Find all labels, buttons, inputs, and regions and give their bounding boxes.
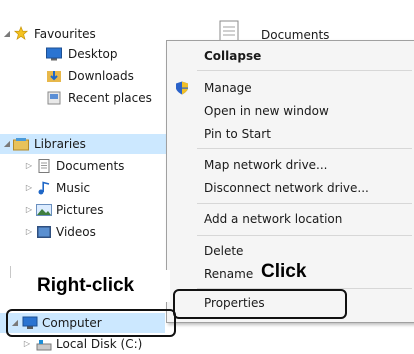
star-icon [13, 26, 29, 40]
nav-label-local-disk: Local Disk (C:) [56, 337, 143, 351]
menu-item-pin-to-start[interactable]: Pin to Start [167, 122, 414, 146]
menu-label-open-new-window: Open in new window [204, 104, 329, 118]
menu-item-manage[interactable]: Manage [167, 76, 414, 100]
shield-icon [176, 81, 188, 95]
tree-guide-line [10, 266, 11, 278]
collapsed-arrow-icon[interactable]: ▷ [24, 200, 34, 220]
nav-item-favourites[interactable]: ◢ Favourites [0, 24, 175, 44]
nav-item-recent-places[interactable]: Recent places [0, 88, 175, 108]
menu-label-manage: Manage [204, 81, 252, 95]
menu-separator [197, 203, 412, 204]
expanded-arrow-icon[interactable]: ◢ [2, 24, 12, 44]
highlight-box-computer [6, 309, 176, 337]
nav-item-desktop[interactable]: Desktop [0, 44, 175, 64]
collapsed-arrow-icon[interactable]: ▷ [24, 156, 34, 176]
recent-places-icon [47, 91, 61, 105]
desktop-icon [46, 47, 62, 61]
menu-label-collapse: Collapse [204, 49, 262, 63]
nav-item-videos[interactable]: ▷ Videos [0, 222, 175, 242]
menu-label-pin-to-start: Pin to Start [204, 127, 271, 141]
nav-label-favourites: Favourites [34, 27, 96, 41]
nav-label-documents: Documents [56, 159, 125, 173]
callout-click: Click [261, 261, 307, 282]
nav-item-documents[interactable]: ▷ Documents [0, 156, 175, 176]
library-icon [13, 138, 29, 151]
menu-item-open-new-window[interactable]: Open in new window [167, 99, 414, 123]
menu-item-map-network-drive[interactable]: Map network drive... [167, 153, 414, 177]
downloads-icon [47, 71, 61, 82]
nav-label-libraries: Libraries [34, 137, 86, 151]
menu-separator [197, 235, 412, 236]
nav-label-music: Music [56, 181, 91, 195]
menu-separator [197, 70, 412, 71]
menu-label-delete: Delete [204, 244, 244, 258]
nav-label-pictures: Pictures [56, 203, 104, 217]
menu-label-rename: Rename [204, 267, 254, 281]
disk-icon [36, 340, 52, 351]
nav-item-music[interactable]: ▷ Music [0, 178, 175, 198]
pictures-icon [36, 204, 52, 216]
nav-item-downloads[interactable]: Downloads [0, 66, 175, 86]
collapsed-arrow-icon[interactable]: ▷ [24, 222, 34, 242]
highlight-box-properties [173, 289, 347, 319]
menu-item-collapse[interactable]: Collapse [167, 44, 414, 68]
music-icon [38, 181, 50, 195]
nav-label-videos: Videos [56, 225, 96, 239]
menu-item-add-network-location[interactable]: Add a network location [167, 207, 414, 231]
nav-item-libraries[interactable]: ◢ Libraries [0, 134, 169, 154]
nav-label-desktop: Desktop [68, 47, 118, 61]
collapsed-arrow-icon[interactable]: ▷ [24, 178, 34, 198]
expanded-arrow-icon[interactable]: ◢ [2, 134, 12, 154]
document-icon [38, 159, 50, 173]
callout-right-click: Right-click [37, 275, 135, 296]
videos-icon [37, 226, 51, 238]
nav-label-recent-places: Recent places [68, 91, 152, 105]
menu-item-disconnect-network-drive[interactable]: Disconnect network drive... [167, 176, 414, 200]
collapsed-arrow-icon[interactable]: ▷ [22, 334, 32, 354]
nav-label-downloads: Downloads [68, 69, 134, 83]
menu-label-map-network-drive: Map network drive... [204, 158, 328, 172]
menu-label-add-network-location: Add a network location [204, 212, 343, 226]
menu-label-disconnect-network-drive: Disconnect network drive... [204, 181, 369, 195]
nav-item-local-disk[interactable]: ▷ Local Disk (C:) [0, 334, 175, 354]
nav-item-pictures[interactable]: ▷ Pictures [0, 200, 175, 220]
menu-separator [197, 148, 412, 149]
